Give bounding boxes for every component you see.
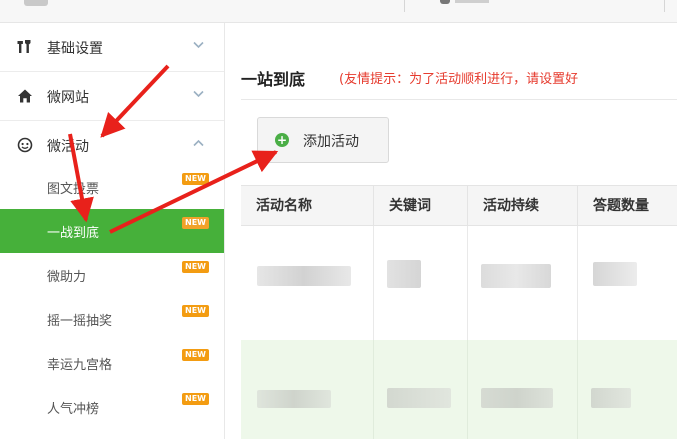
sidebar-item-basic-settings[interactable]: 基础设置 xyxy=(0,23,224,72)
submenu-item-micro-help[interactable]: 微助力 NEW xyxy=(0,253,224,297)
page-title: 一站到底 xyxy=(241,70,306,89)
user-name[interactable] xyxy=(455,0,489,3)
column-divider xyxy=(373,226,374,340)
column-divider xyxy=(467,226,468,340)
submenu-item-shake-lottery[interactable]: 摇一摇抽奖 NEW xyxy=(0,297,224,341)
submenu-item-label: 幸运九宫格 xyxy=(47,358,113,373)
sidebar-item-label: 微活动 xyxy=(47,139,89,155)
submenu-item-label: 人气冲榜 xyxy=(47,402,100,417)
new-badge: NEW xyxy=(182,393,209,405)
sidebar-item-label: 微网站 xyxy=(47,90,89,106)
table-row[interactable] xyxy=(241,226,677,340)
new-badge: NEW xyxy=(182,261,209,273)
divider xyxy=(664,0,665,12)
submenu-item-label: 摇一摇抽奖 xyxy=(47,314,113,329)
table-row[interactable] xyxy=(241,340,677,439)
divider xyxy=(241,99,677,100)
chevron-up-icon[interactable] xyxy=(193,139,204,149)
redacted-cell xyxy=(257,266,351,286)
chevron-down-icon[interactable] xyxy=(193,41,204,51)
add-activity-label: 添加活动 xyxy=(303,134,359,150)
submenu-item-image-vote[interactable]: 图文投票 NEW xyxy=(0,165,224,209)
submenu-item-label: 图文投票 xyxy=(47,182,100,197)
face-icon xyxy=(17,137,33,153)
sidebar-item-microsite[interactable]: 微网站 xyxy=(0,72,224,121)
redacted-cell xyxy=(387,388,451,408)
column-divider xyxy=(373,340,374,439)
logo xyxy=(24,0,48,6)
home-icon xyxy=(17,88,33,104)
tip-text: (友情提示：为了活动顺利进行，请设置好 xyxy=(339,72,579,87)
redacted-cell xyxy=(257,390,331,408)
new-badge: NEW xyxy=(182,305,209,317)
sidebar: 基础设置 微网站 微活动 图文投票 NEW 一战到底 NEW 微助力 NEW 摇… xyxy=(0,23,225,439)
redacted-cell xyxy=(481,264,551,288)
submenu-item-label: 微助力 xyxy=(47,270,87,285)
sidebar-item-label: 基础设置 xyxy=(47,41,103,57)
column-header-duration[interactable]: 活动持续 xyxy=(467,186,577,227)
column-header-question-count[interactable]: 答题数量 xyxy=(577,186,677,227)
activity-table: 活动名称 关键词 活动持续 答题数量 xyxy=(241,185,677,439)
tools-icon xyxy=(17,39,33,55)
new-badge: NEW xyxy=(182,349,209,361)
plus-circle-icon: + xyxy=(275,133,289,147)
redacted-cell xyxy=(591,388,631,408)
submenu-item-lucky-grid[interactable]: 幸运九宫格 NEW xyxy=(0,341,224,385)
redacted-cell xyxy=(387,260,421,288)
column-divider xyxy=(467,340,468,439)
column-divider xyxy=(577,340,578,439)
submenu-item-quiz-battle[interactable]: 一战到底 NEW xyxy=(0,209,224,253)
user-avatar-icon[interactable] xyxy=(440,0,450,4)
column-divider xyxy=(577,226,578,340)
redacted-cell xyxy=(481,388,553,408)
add-activity-button[interactable]: + 添加活动 xyxy=(257,117,389,163)
divider xyxy=(404,0,405,12)
submenu-item-popularity-chart[interactable]: 人气冲榜 NEW xyxy=(0,385,224,429)
chevron-down-icon[interactable] xyxy=(193,90,204,100)
submenu-item-label: 一战到底 xyxy=(47,226,100,241)
new-badge: NEW xyxy=(182,217,209,229)
column-header-activity-name[interactable]: 活动名称 xyxy=(241,186,373,227)
top-bar xyxy=(0,0,677,23)
new-badge: NEW xyxy=(182,173,209,185)
sidebar-item-micro-activity[interactable]: 微活动 xyxy=(0,121,224,170)
table-header: 活动名称 关键词 活动持续 答题数量 xyxy=(241,185,677,227)
column-header-keyword[interactable]: 关键词 xyxy=(373,186,467,227)
redacted-cell xyxy=(593,262,637,286)
